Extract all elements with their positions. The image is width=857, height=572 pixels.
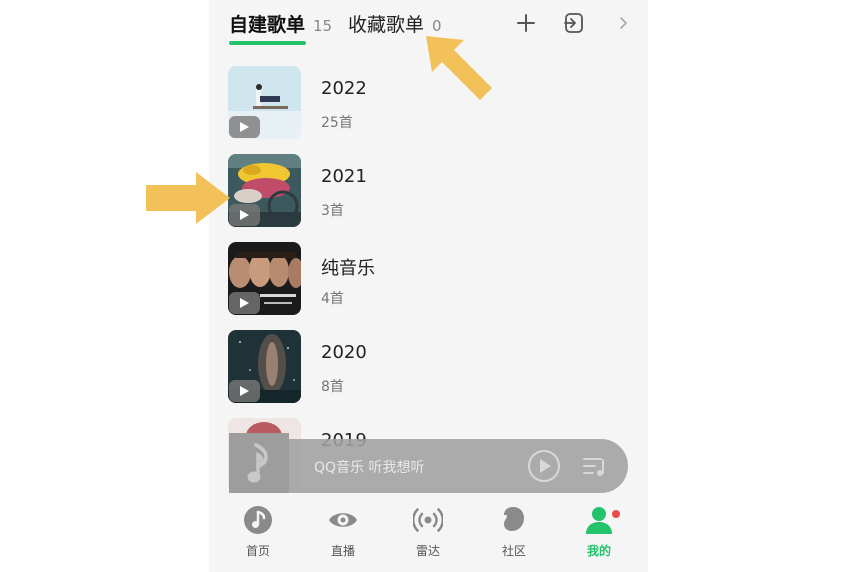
nav-radar-label: 雷达	[415, 544, 440, 558]
play-badge[interactable]	[229, 116, 260, 138]
playlist-row[interactable]: 纯音乐 4首	[209, 236, 648, 316]
tab-self-built-count: 15	[313, 17, 333, 35]
nav-mine-label: 我的	[586, 544, 611, 558]
tab-collected-count: 0	[432, 17, 442, 35]
nav-live-label: 直播	[330, 544, 355, 558]
plus-icon[interactable]	[514, 11, 538, 35]
tab-self-built-playlists[interactable]: 自建歌单 15	[229, 10, 332, 37]
nav-home[interactable]: 首页	[223, 493, 293, 563]
nav-mine[interactable]: 我的	[564, 493, 634, 563]
playlist-name: 2022	[321, 78, 367, 99]
nav-home-label: 首页	[245, 544, 270, 558]
playlist-song-count: 8首	[321, 379, 344, 395]
playlist-name: 2021	[321, 166, 367, 187]
nav-live[interactable]: 直播	[308, 493, 378, 563]
nav-community-label: 社区	[501, 544, 526, 558]
play-circle-icon[interactable]	[527, 449, 561, 483]
playlist-row[interactable]: 2020 8首	[209, 324, 648, 404]
mini-player-text: QQ音乐 听我想听	[314, 460, 425, 476]
play-icon	[240, 122, 249, 132]
nav-radar[interactable]: 雷达	[393, 493, 463, 563]
music-note-icon[interactable]	[229, 433, 289, 493]
eye-icon	[329, 513, 357, 527]
play-icon	[240, 298, 249, 308]
play-badge[interactable]	[229, 380, 260, 402]
playlist-song-count: 4首	[321, 291, 344, 307]
playlist-cover	[228, 66, 301, 139]
playlist-queue-icon[interactable]	[581, 454, 609, 480]
home-note-icon	[244, 506, 272, 534]
playlist-row[interactable]: 2021 3首	[209, 148, 648, 228]
bottom-navigation: 首页 直播 雷达 社区 我的	[209, 493, 648, 572]
annotation-arrow-right	[146, 172, 230, 224]
tab-collected-label: 收藏歌单	[348, 14, 425, 36]
play-icon	[240, 386, 249, 396]
playlist-song-count: 3首	[321, 203, 344, 219]
radar-icon	[413, 508, 443, 532]
playlist-name: 纯音乐	[321, 258, 375, 279]
playlist-cover	[228, 154, 301, 227]
active-tab-indicator	[229, 41, 306, 45]
import-icon[interactable]	[562, 11, 586, 35]
playlist-cover	[228, 330, 301, 403]
chevron-right-icon[interactable]	[614, 11, 632, 35]
playlist-cover	[228, 242, 301, 315]
community-icon	[504, 507, 524, 531]
playlist-song-count: 25首	[321, 115, 353, 131]
tab-self-built-label: 自建歌单	[229, 14, 306, 36]
annotation-arrow-up-left	[426, 36, 492, 100]
playlist-name: 2020	[321, 342, 367, 363]
notification-dot	[612, 510, 620, 518]
profile-icon	[586, 507, 612, 534]
play-icon	[240, 210, 249, 220]
tab-collected-playlists[interactable]: 收藏歌单 0	[348, 10, 442, 37]
play-badge[interactable]	[229, 292, 260, 314]
play-badge[interactable]	[229, 204, 260, 226]
nav-community[interactable]: 社区	[479, 493, 549, 563]
